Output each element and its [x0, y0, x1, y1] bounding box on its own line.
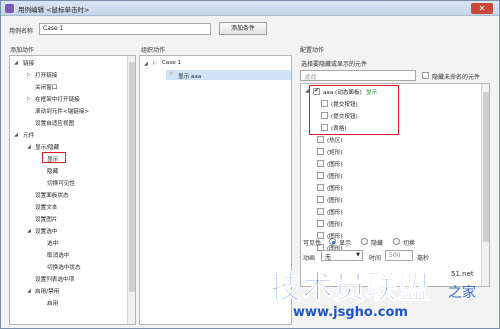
radio-hide[interactable]	[361, 238, 368, 245]
widget-label[interactable]: (图形)	[327, 196, 343, 204]
tree-item-set-selected[interactable]: 设置选中	[35, 227, 57, 235]
case-name-label: 用例名称	[9, 28, 34, 35]
widget-label[interactable]: (图形)	[327, 160, 343, 168]
expand-arrow-icon[interactable]: ▷	[27, 96, 31, 102]
widget-label[interactable]: (图形)	[327, 208, 343, 216]
time-unit-label: 毫秒	[417, 255, 430, 262]
app-icon	[5, 4, 14, 13]
config-action-header: 配置动作	[300, 47, 325, 54]
lightning-icon: ⚡	[169, 70, 174, 78]
chevron-down-icon: ▼	[356, 252, 360, 258]
title-bar: 用例编辑 <鼠标单击时> ✕	[1, 1, 499, 16]
action-label[interactable]: 显示 aaa	[178, 72, 201, 80]
select-widgets-header: 选择要隐藏或显示的元件	[301, 61, 368, 68]
search-input[interactable]: 查找	[300, 70, 416, 81]
widget-label[interactable]: (图形)	[327, 172, 343, 180]
watermark-logo: 技术员联盟	[270, 270, 430, 307]
collapse-arrow-icon[interactable]: ◢	[27, 144, 31, 150]
tree-item-open-in-frame[interactable]: 在框架中打开链接	[35, 95, 80, 103]
hide-unnamed-checkbox[interactable]	[422, 72, 429, 79]
scrollbar[interactable]	[481, 84, 489, 286]
watermark-side-small: 51.net	[451, 270, 474, 278]
add-action-panel: ◢ 链接 ▷ 打开链接 关闭窗口 ▷ 在框架中打开链接 滚动到元件<锚链接> 设…	[9, 55, 136, 325]
hide-unnamed-label: 隐藏未命名的元件	[432, 74, 481, 81]
case-name-input[interactable]: Case 1	[39, 23, 211, 35]
tree-item-adaptive-view[interactable]: 设置自适应视图	[35, 119, 74, 127]
add-action-header: 添加动作	[10, 47, 35, 54]
widget-checkbox[interactable]	[317, 160, 324, 167]
tree-item-show-hide[interactable]: 显示/隐藏	[35, 143, 59, 151]
collapse-arrow-icon[interactable]: ◢	[14, 132, 18, 138]
highlight-box	[309, 85, 399, 135]
time-input[interactable]: 500	[385, 250, 413, 261]
expand-arrow-icon[interactable]: ▷	[27, 72, 31, 78]
tree-item-select[interactable]: 选中	[47, 239, 58, 247]
widget-checkbox[interactable]	[317, 196, 324, 203]
tree-item-set-text[interactable]: 设置文本	[35, 203, 57, 211]
tree-item-enable[interactable]: 启用	[47, 299, 58, 307]
tree-item-link[interactable]: 链接	[23, 59, 34, 67]
case-label[interactable]: Case 1	[162, 60, 181, 66]
tree-item-hide[interactable]: 隐藏	[47, 167, 58, 175]
widget-label[interactable]: (图形)	[327, 184, 343, 192]
radio-hide-label: 隐藏	[371, 240, 384, 247]
watermark-url: www.jsgho.com	[293, 305, 408, 320]
tree-item-toggle-visibility[interactable]: 切换可见性	[47, 179, 75, 187]
tree-item-open-link[interactable]: 打开链接	[35, 71, 57, 79]
scrollbar[interactable]	[127, 56, 135, 324]
tree-item-toggle-selected[interactable]: 切换选中状态	[47, 263, 81, 271]
scrollbar-thumb[interactable]	[483, 92, 489, 242]
organize-action-header: 组织动作	[141, 47, 166, 54]
widget-checkbox[interactable]	[317, 184, 324, 191]
radio-toggle[interactable]	[393, 238, 400, 245]
widget-label[interactable]: (矩形)	[327, 148, 343, 156]
scrollbar-thumb[interactable]	[129, 62, 135, 292]
tree-item-close-window[interactable]: 关闭窗口	[35, 83, 57, 91]
collapse-arrow-icon[interactable]: ◢	[27, 228, 31, 234]
widget-checkbox[interactable]	[317, 220, 324, 227]
close-button[interactable]: ✕	[471, 3, 493, 14]
animation-label: 动画	[303, 255, 316, 262]
radio-show[interactable]	[329, 238, 336, 245]
widget-label[interactable]: (图形)	[327, 220, 343, 228]
time-label: 时间	[369, 255, 382, 262]
tree-item-set-panel-state[interactable]: 设置面板状态	[35, 191, 69, 199]
radio-show-label: 显示	[339, 240, 352, 247]
collapse-arrow-icon[interactable]: ◢	[27, 288, 31, 294]
tree-item-set-image[interactable]: 设置图片	[35, 215, 57, 223]
tree-item-set-list-selected[interactable]: 设置列表选中项	[35, 275, 74, 283]
collapse-arrow-icon[interactable]: ◢	[14, 60, 18, 66]
animation-select[interactable]: 无 ▼	[321, 250, 363, 261]
window-title: 用例编辑 <鼠标单击时>	[18, 6, 90, 14]
radio-toggle-label: 切换	[403, 240, 416, 247]
case-icon: ⚐	[152, 60, 158, 67]
collapse-arrow-icon[interactable]: ◢	[144, 61, 148, 67]
widget-checkbox[interactable]	[317, 208, 324, 215]
widget-label[interactable]: (热区)	[327, 136, 343, 144]
tree-item-deselect[interactable]: 取消选中	[47, 251, 69, 259]
tree-item-scroll-to[interactable]: 滚动到元件<锚链接>	[35, 107, 89, 115]
add-condition-button[interactable]: 添加条件	[219, 22, 267, 35]
animation-value: 无	[325, 254, 332, 261]
tree-item-widget[interactable]: 元件	[23, 131, 34, 139]
widget-checkbox[interactable]	[317, 172, 324, 179]
widget-checkbox[interactable]	[317, 148, 324, 155]
watermark-side: 之家	[448, 285, 476, 301]
widget-checkbox[interactable]	[317, 136, 324, 143]
tree-item-enable-disable[interactable]: 启用/禁用	[35, 287, 59, 295]
highlight-box	[42, 152, 66, 163]
visibility-label: 可见性	[303, 240, 322, 247]
